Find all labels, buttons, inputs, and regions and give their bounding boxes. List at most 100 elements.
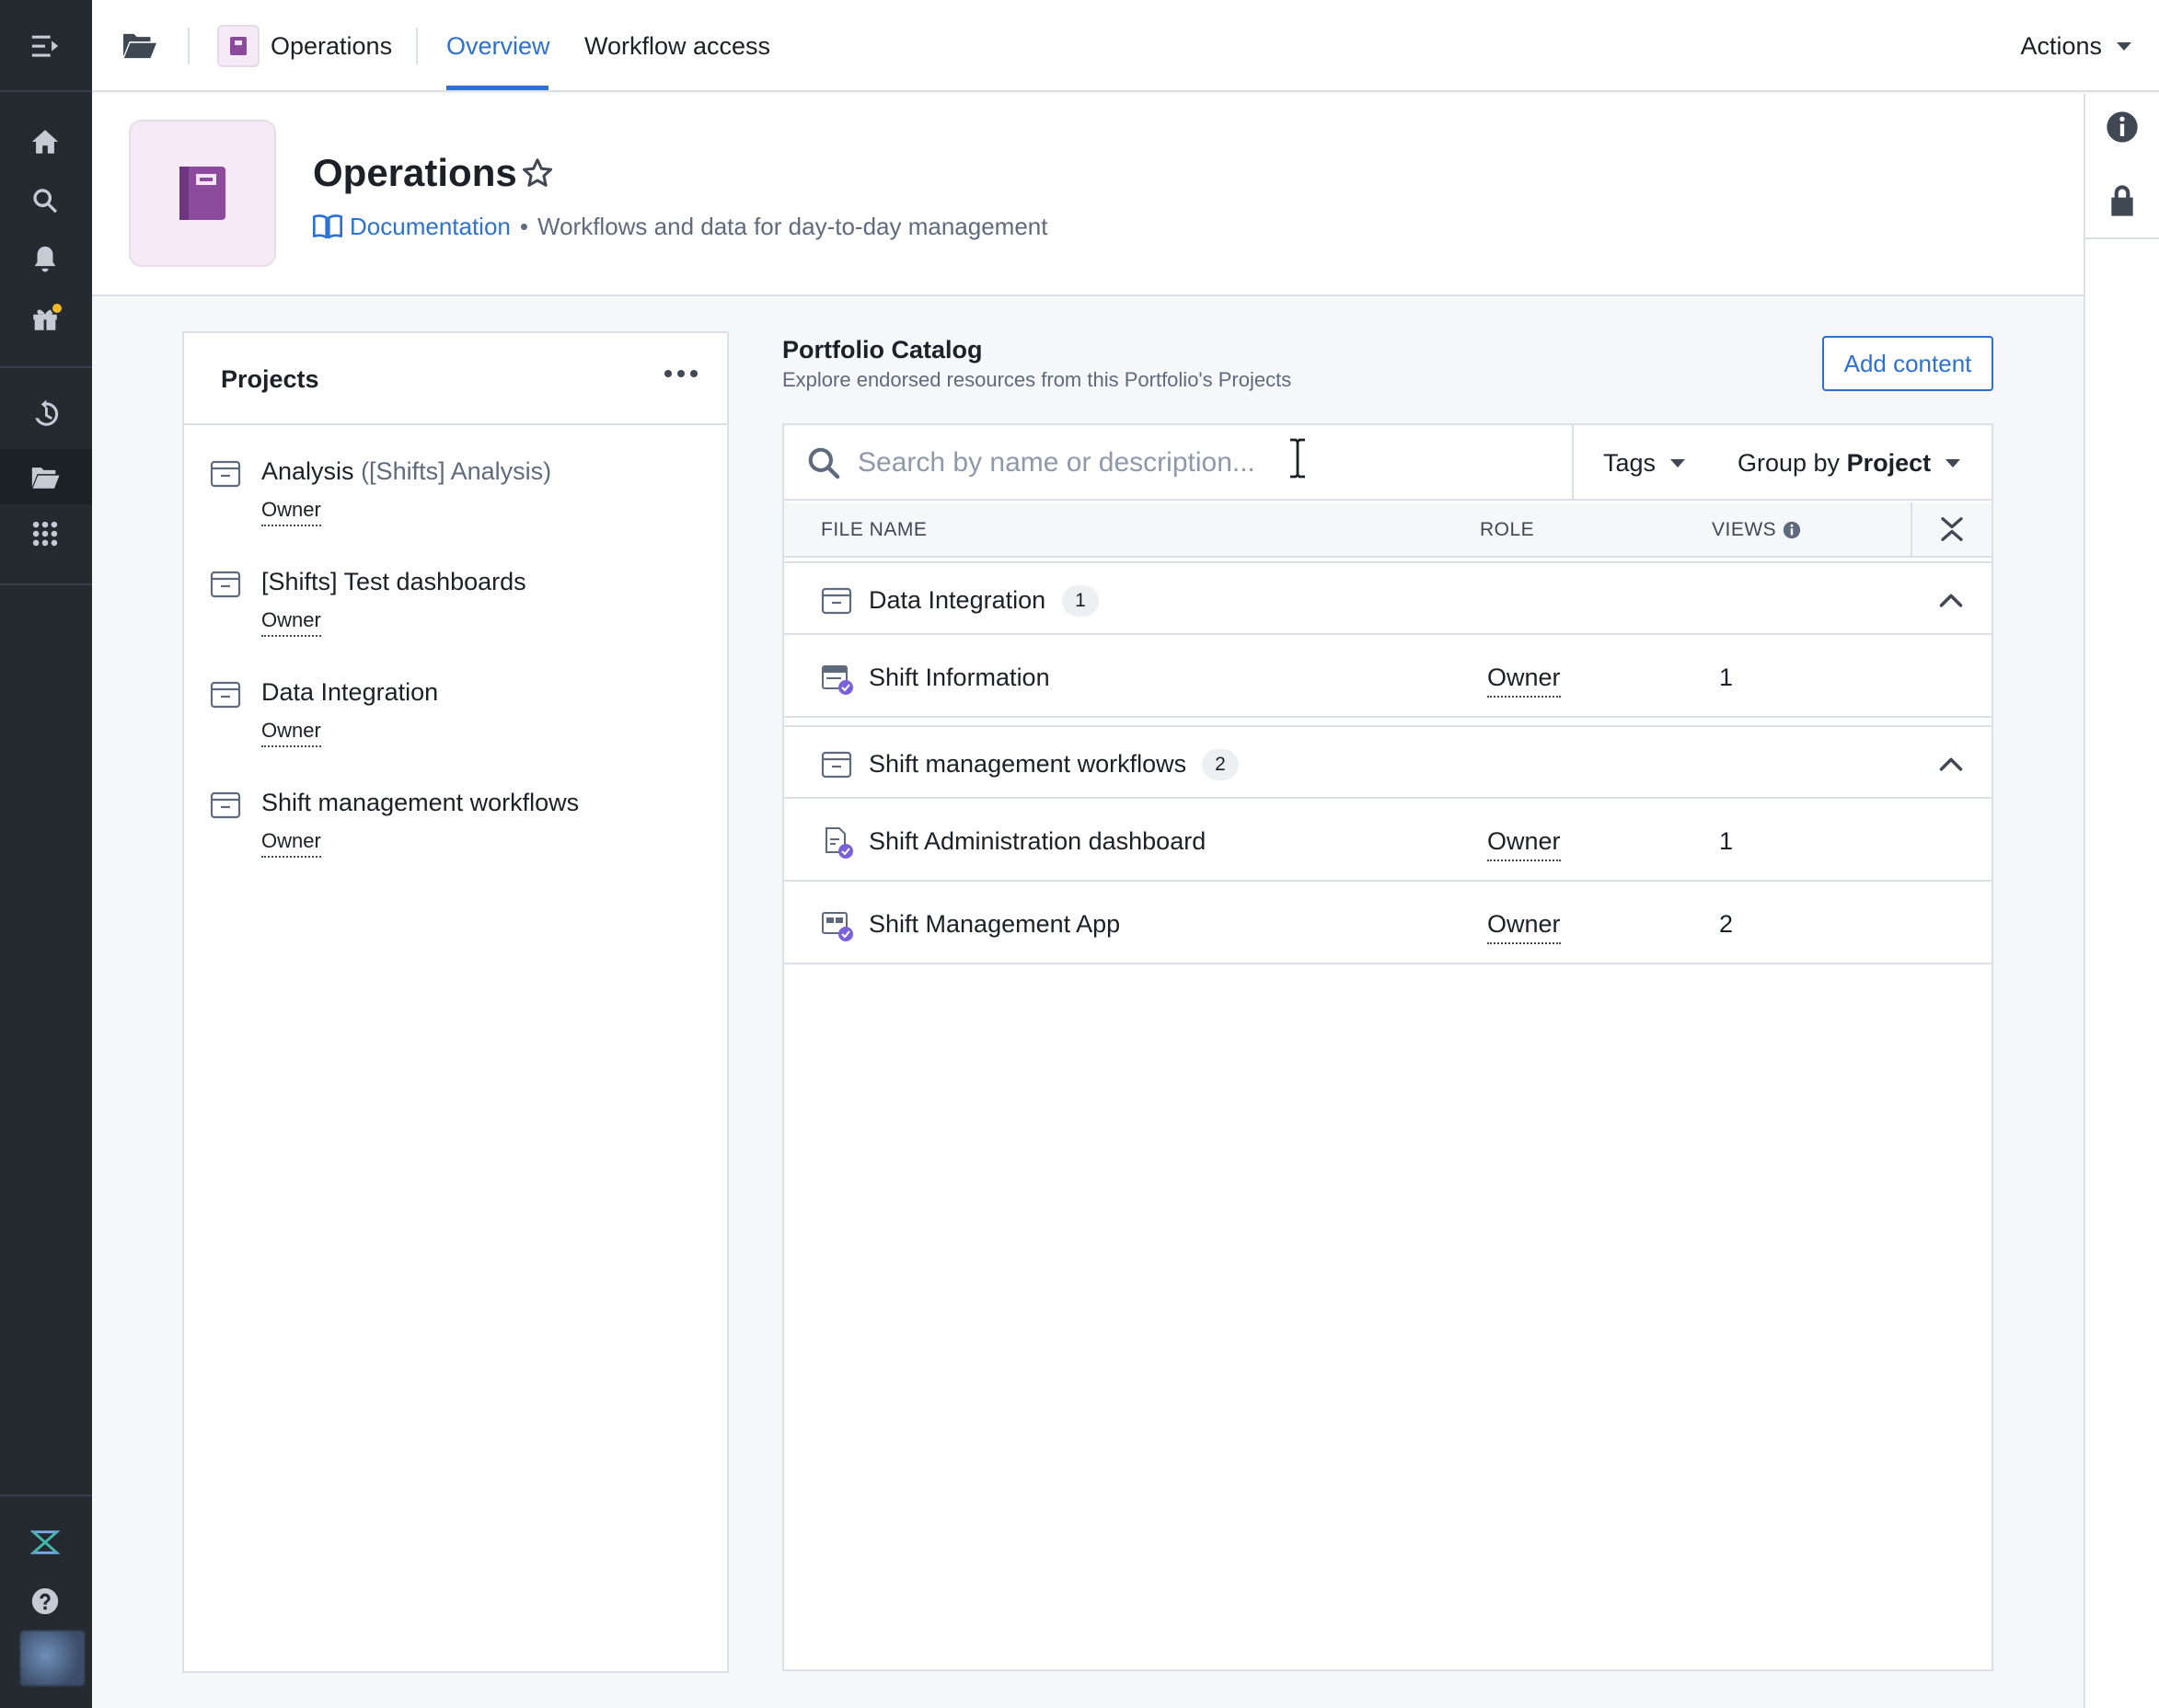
- group-by-label: Group by Project: [1738, 445, 1931, 480]
- actions-label: Actions: [2020, 32, 2102, 60]
- file-name[interactable]: Shift Administration dashboard: [869, 823, 1206, 860]
- apps-grid-icon[interactable]: [23, 512, 67, 556]
- file-views: 1: [1719, 664, 1734, 691]
- portfolio-icon: [129, 120, 276, 267]
- project-name[interactable]: Analysis ([Shifts] Analysis): [261, 453, 551, 490]
- actions-menu-button[interactable]: Actions: [2020, 28, 2131, 64]
- column-header-role[interactable]: ROLE: [1480, 517, 1534, 543]
- rail-divider: [0, 1494, 92, 1496]
- active-tab-indicator: [446, 86, 548, 90]
- group-count-badge: 2: [1202, 749, 1239, 780]
- help-icon[interactable]: [23, 1579, 67, 1623]
- projects-panel-header: Projects: [184, 333, 727, 425]
- user-avatar[interactable]: [20, 1631, 85, 1686]
- portfolio-app-icon: [217, 25, 260, 67]
- group-by-select[interactable]: Group by Project: [1738, 445, 1961, 480]
- project-name-text: Analysis: [261, 457, 354, 485]
- lock-icon[interactable]: [2104, 182, 2141, 219]
- project-alias: ([Shifts] Analysis): [361, 457, 552, 485]
- search-icon[interactable]: [23, 179, 67, 223]
- file-name[interactable]: Shift Management App: [869, 906, 1120, 942]
- caret-down-icon: [2117, 41, 2131, 51]
- book-open-icon: [313, 214, 342, 239]
- expand-menu-icon[interactable]: [23, 24, 67, 68]
- documentation-link[interactable]: Documentation: [313, 208, 511, 245]
- column-header-views-label: VIEWS: [1712, 519, 1777, 540]
- project-role: Owner: [261, 716, 321, 747]
- project-name[interactable]: Shift management workflows: [261, 784, 579, 821]
- projects-panel: Projects Analysis ([Shifts] Analysis) Ow…: [182, 331, 729, 1673]
- add-content-button[interactable]: Add content: [1822, 336, 1993, 391]
- info-icon[interactable]: [2104, 109, 2141, 145]
- documentation-link-label: Documentation: [350, 213, 511, 240]
- rail-divider: [0, 583, 92, 585]
- project-folder-icon: [210, 571, 241, 598]
- header-subtitle: Documentation • Workflows and data for d…: [313, 208, 1047, 245]
- right-side-rail: [2084, 94, 2159, 1708]
- file-name[interactable]: Shift Information: [869, 659, 1050, 696]
- table-row[interactable]: Shift Information Owner 1: [784, 637, 1992, 718]
- catalog-subtitle: Explore endorsed resources from this Por…: [782, 368, 1292, 391]
- folder-open-icon[interactable]: [121, 29, 158, 63]
- project-folder-icon: [210, 460, 241, 488]
- file-role: Owner: [1487, 659, 1561, 698]
- tab-workflow-access[interactable]: Workflow access: [584, 28, 770, 64]
- toolbar-divider: [1572, 425, 1574, 501]
- project-role: Owner: [261, 495, 321, 526]
- search-input[interactable]: [858, 438, 1557, 488]
- favorite-star-icon[interactable]: [521, 156, 554, 190]
- column-header-file-name[interactable]: FILE NAME: [821, 517, 927, 543]
- group-by-value: Project: [1846, 449, 1932, 477]
- group-header-shift-management-workflows[interactable]: Shift management workflows 2: [784, 725, 1992, 799]
- collapse-all-icon: [1941, 517, 1963, 541]
- portfolio-header: Operations Documentation • Workflows and…: [92, 94, 2084, 296]
- caret-down-icon: [1670, 458, 1686, 467]
- platform-logo-icon[interactable]: [23, 1520, 67, 1564]
- file-views: 2: [1719, 910, 1734, 938]
- file-role: Owner: [1487, 823, 1561, 861]
- left-nav-rail: [0, 0, 92, 1708]
- notification-dot: [51, 302, 64, 315]
- table-row[interactable]: Shift Management App Owner 2: [784, 883, 1992, 964]
- rail-divider: [0, 366, 92, 368]
- chevron-up-icon[interactable]: [1938, 589, 1964, 611]
- dataset-icon: [822, 665, 853, 695]
- topbar-divider: [416, 28, 418, 64]
- file-role: Owner: [1487, 906, 1561, 944]
- dashboard-icon: [826, 827, 853, 859]
- project-role: Owner: [261, 826, 321, 858]
- breadcrumb-app-name[interactable]: Operations: [271, 28, 392, 64]
- project-name[interactable]: [Shifts] Test dashboards: [261, 563, 526, 600]
- more-options-icon[interactable]: [664, 370, 698, 377]
- catalog-title: Portfolio Catalog: [782, 336, 983, 364]
- project-role: Owner: [261, 606, 321, 637]
- notifications-bell-icon[interactable]: [23, 237, 67, 282]
- project-folder-icon: [210, 791, 241, 819]
- home-icon[interactable]: [23, 120, 67, 164]
- catalog-table: Tags Group by Project FILE NAME ROLE VIE…: [782, 423, 1993, 1671]
- group-name: Data Integration: [869, 586, 1046, 614]
- tab-overview[interactable]: Overview: [446, 28, 550, 64]
- table-row[interactable]: Shift Administration dashboard Owner 1: [784, 801, 1992, 882]
- project-name[interactable]: Data Integration: [261, 674, 438, 710]
- project-folder-icon: [210, 681, 241, 709]
- info-icon[interactable]: [1782, 520, 1802, 540]
- tags-filter-button[interactable]: Tags: [1603, 445, 1686, 480]
- column-header-views[interactable]: VIEWS: [1712, 517, 1802, 543]
- folder-open-icon[interactable]: [23, 455, 67, 499]
- project-folder-icon: [821, 751, 852, 779]
- history-icon[interactable]: [23, 392, 67, 436]
- rail-divider: [2085, 237, 2159, 239]
- file-views: 1: [1719, 827, 1734, 855]
- group-by-prefix: Group by: [1738, 449, 1841, 477]
- projects-title: Projects: [221, 365, 319, 393]
- project-folder-icon: [821, 587, 852, 615]
- chevron-up-icon[interactable]: [1938, 753, 1964, 775]
- portfolio-description: Workflows and data for day-to-day manage…: [537, 213, 1048, 240]
- caret-down-icon: [1945, 458, 1961, 467]
- page-title: Operations: [313, 151, 517, 194]
- group-header-data-integration[interactable]: Data Integration 1: [784, 561, 1992, 635]
- tags-label: Tags: [1603, 449, 1657, 477]
- collapse-all-button[interactable]: [1911, 502, 1992, 556]
- top-bar: Operations Overview Workflow access Acti…: [92, 0, 2159, 92]
